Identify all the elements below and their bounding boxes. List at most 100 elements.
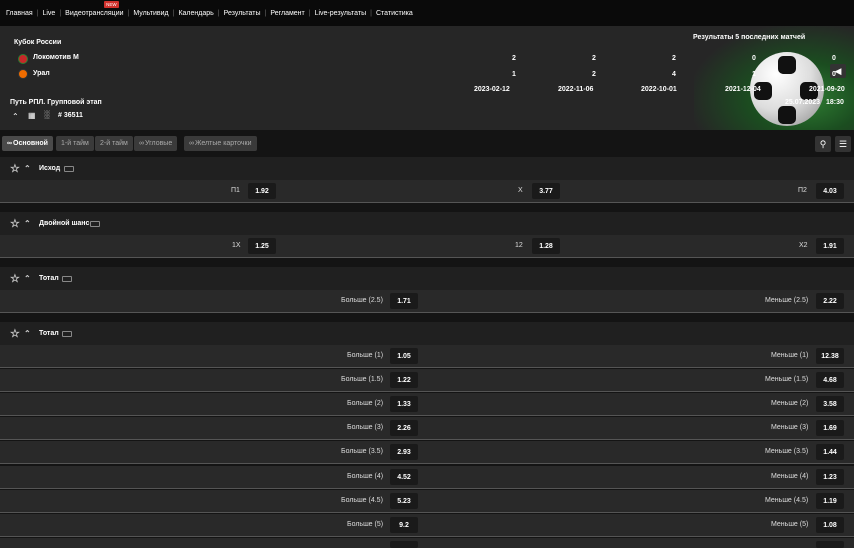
stats-icon (64, 165, 74, 172)
nav-video[interactable]: Видеотрансляции NEW (65, 0, 124, 17)
search-button[interactable]: ⚲ (815, 136, 831, 152)
chevron-up-icon[interactable]: ⌃ (24, 219, 31, 228)
nav-results[interactable]: Результаты (224, 10, 261, 17)
nav-rules[interactable]: Регламент (270, 10, 304, 17)
event-time: 18:30 (826, 99, 844, 106)
stats-icon[interactable]: ░ (44, 110, 50, 119)
chevron-up-icon[interactable]: ⌃ (24, 274, 31, 283)
odd-button[interactable]: 3.77 (532, 183, 560, 199)
section-title: Тотал (39, 275, 59, 282)
nav-live-results[interactable]: Live-результаты (315, 10, 367, 17)
odd-button[interactable]: 1.23 (816, 469, 844, 485)
team2-score: 0 (832, 71, 836, 78)
top-nav: Главная | Live | Видеотрансляции NEW | Мульт… (0, 0, 854, 26)
section-double-chance-header[interactable]: ☆ ⌃ Двойной шанс (0, 212, 854, 235)
outcome-label: X2 (799, 242, 808, 249)
under-label: Меньше (4) (771, 473, 809, 480)
odds-row: Больше (2) 1.33 Меньше (2) 3.58 (0, 393, 854, 416)
event-date: 25.07.2023 (785, 99, 821, 106)
team1-logo (18, 54, 28, 64)
odd-button[interactable]: 1.91 (816, 238, 844, 254)
odds-row: Больше (1) 1.05 Меньше (1) 12.38 (0, 345, 854, 368)
section-total-header[interactable]: ☆ ⌃ Тотал (0, 267, 854, 290)
odd-button[interactable]: 2.26 (390, 420, 418, 436)
nav-video-label: Видеотрансляции (65, 9, 124, 17)
odd-button[interactable]: 4.03 (816, 183, 844, 199)
odd-button[interactable]: 1.71 (390, 293, 418, 309)
odd-button[interactable] (816, 541, 844, 548)
stage-name: Путь РПЛ. Групповой этап (10, 99, 102, 106)
odd-button[interactable]: 9.2 (390, 517, 418, 533)
odd-button[interactable]: 1.44 (816, 444, 844, 460)
tab-label: Основной (13, 140, 48, 147)
tab-second-half[interactable]: 2-й тайм (95, 136, 133, 151)
link-icon: ∞ (189, 140, 194, 147)
section-title: Исход (39, 165, 61, 172)
odd-button[interactable]: 4.68 (816, 372, 844, 388)
tab-first-half[interactable]: 1-й тайм (56, 136, 94, 151)
odd-button[interactable]: 12.38 (816, 348, 844, 364)
odd-button[interactable]: 3.58 (816, 396, 844, 412)
star-icon[interactable]: ☆ (10, 327, 20, 340)
tab-main[interactable]: ∞ Основной (2, 136, 53, 151)
under-label: Меньше (4.5) (765, 497, 809, 504)
under-label: Меньше (5) (771, 521, 809, 528)
odds-row: Больше (2.5) 1.71 Меньше (2.5) 2.22 (0, 290, 854, 313)
outcome-label: Больше (2.5) (341, 297, 383, 304)
nav-live[interactable]: Live (42, 10, 55, 17)
team1-score: 2 (672, 55, 676, 62)
odd-button[interactable]: 1.08 (816, 517, 844, 533)
outcome-label: П1 (231, 187, 240, 194)
star-icon[interactable]: ☆ (10, 162, 20, 175)
odd-button[interactable]: 1.05 (390, 348, 418, 364)
under-label: Меньше (1) (771, 352, 809, 359)
odd-button[interactable]: 1.19 (816, 493, 844, 509)
nav-multiview[interactable]: Мультивид (133, 10, 168, 17)
odd-button[interactable]: 4.52 (390, 469, 418, 485)
star-icon[interactable]: ☆ (10, 272, 20, 285)
nav-stats[interactable]: Статистика (376, 10, 413, 17)
chevron-up-icon[interactable]: ⌃ (24, 164, 31, 173)
grid-icon[interactable]: ▦ (28, 111, 36, 120)
section-outcome-header[interactable]: ☆ ⌃ Исход (0, 157, 854, 180)
menu-icon: ☰ (838, 138, 848, 149)
odd-button[interactable]: 1.69 (816, 420, 844, 436)
odds-row: П1 1.92 X 3.77 П2 4.03 (0, 180, 854, 203)
odd-button[interactable]: 1.33 (390, 396, 418, 412)
section-total-header[interactable]: ☆ ⌃ Тотал (0, 322, 854, 345)
odd-button[interactable]: 1.28 (532, 238, 560, 254)
odds-row-partial (0, 538, 854, 548)
odd-button[interactable]: 1.22 (390, 372, 418, 388)
tab-corners[interactable]: ∞ Угловые (134, 136, 178, 151)
odds-row: Больше (4) 4.52 Меньше (4) 1.23 (0, 466, 854, 489)
odd-button[interactable]: 1.25 (248, 238, 276, 254)
stats-icon (62, 330, 72, 337)
nav-calendar[interactable]: Календарь (178, 10, 213, 17)
match-header: Кубок России Результаты 5 последних матч… (0, 26, 854, 130)
odd-button[interactable] (390, 541, 418, 548)
results-title: Результаты 5 последних матчей (693, 34, 806, 41)
chevron-up-icon[interactable]: ⌃ (24, 329, 31, 338)
over-label: Больше (4.5) (341, 497, 383, 504)
nav-home[interactable]: Главная (6, 10, 33, 17)
odd-button[interactable]: 2.22 (816, 293, 844, 309)
outcome-label: 12 (515, 242, 523, 249)
odd-button[interactable]: 2.93 (390, 444, 418, 460)
match-date: 2022-11-06 (558, 86, 594, 93)
under-label: Меньше (1.5) (765, 376, 809, 383)
team2-logo (18, 69, 28, 79)
odd-button[interactable]: 1.92 (248, 183, 276, 199)
over-label: Больше (5) (347, 521, 384, 528)
collapse-icon[interactable]: ⌃ (12, 112, 19, 121)
tab-yellow-cards[interactable]: ∞ Желтые карточки (184, 136, 257, 151)
outcome-label: Меньше (2.5) (765, 297, 809, 304)
team1-score: 2 (592, 55, 596, 62)
team1-score: 0 (752, 55, 756, 62)
outcome-label: П2 (798, 187, 807, 194)
over-label: Больше (2) (347, 400, 384, 407)
over-label: Больше (1) (347, 352, 384, 359)
stats-icon (62, 275, 72, 282)
menu-button[interactable]: ☰ (835, 136, 851, 152)
odd-button[interactable]: 5.23 (390, 493, 418, 509)
star-icon[interactable]: ☆ (10, 217, 20, 230)
